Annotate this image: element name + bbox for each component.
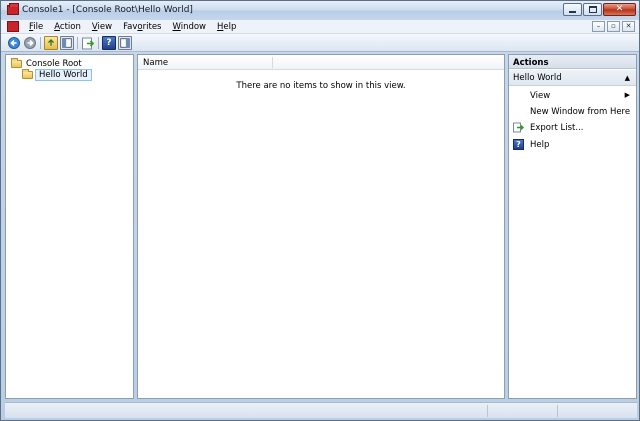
menu-action[interactable]: Action	[50, 21, 85, 32]
action-export-list[interactable]: Export List...	[509, 120, 636, 136]
child-minimize-button[interactable]: –	[592, 21, 605, 32]
action-help[interactable]: ? Help	[509, 137, 636, 153]
help-button[interactable]: ?	[102, 36, 116, 50]
menu-items: File Action View Favorites Window Help	[25, 21, 243, 32]
close-icon: ✕	[615, 4, 624, 14]
help-icon: ?	[513, 139, 524, 150]
action-view[interactable]: View ▶	[509, 88, 636, 104]
status-bar	[5, 402, 637, 418]
child-window-buttons: – ▫ ✕	[592, 21, 635, 32]
menu-window[interactable]: Window	[168, 21, 210, 32]
list-header: Name	[138, 55, 504, 70]
show-hide-tree-icon	[62, 38, 72, 48]
action-label: Export List...	[530, 123, 584, 133]
mmc-app-icon[interactable]	[7, 3, 19, 15]
tree-node-label: Console Root	[26, 59, 82, 69]
tree-node-console-root[interactable]: Console Root	[11, 58, 82, 69]
menu-favorites[interactable]: Favorites	[119, 21, 165, 32]
forward-button[interactable]	[24, 36, 36, 50]
menu-view[interactable]: View	[88, 21, 116, 32]
minimize-button[interactable]	[563, 3, 582, 16]
tree-node-hello-world[interactable]: Hello World	[22, 69, 92, 81]
show-hide-console-tree-button[interactable]	[60, 36, 74, 50]
mmc-window: Console1 - [Console Root\Hello World] ✕ …	[0, 0, 640, 421]
action-label: New Window from Here	[530, 107, 631, 117]
child-close-button[interactable]: ✕	[622, 21, 635, 32]
maximize-icon	[589, 6, 597, 13]
console-tree-pane[interactable]: Console Root Hello World	[5, 54, 134, 399]
column-header-name[interactable]: Name	[143, 58, 168, 68]
status-bar-divider	[557, 405, 558, 417]
maximize-button[interactable]	[583, 3, 602, 16]
status-bar-divider	[487, 405, 488, 417]
action-label: View	[530, 91, 551, 101]
collapse-icon[interactable]: ▲	[625, 74, 630, 82]
column-divider[interactable]	[272, 57, 273, 68]
actions-pane: Actions Hello World ▲ View ▶ New Window …	[508, 54, 637, 399]
back-arrow-icon	[8, 37, 20, 49]
console-document-icon[interactable]	[7, 21, 19, 32]
empty-view-message: There are no items to show in this view.	[236, 81, 406, 91]
window-title: Console1 - [Console Root\Hello World]	[22, 5, 193, 15]
title-bar[interactable]: Console1 - [Console Root\Hello World] ✕	[1, 1, 639, 20]
menu-bar: File Action View Favorites Window Help –…	[1, 20, 639, 34]
export-list-button[interactable]	[81, 36, 95, 50]
forward-arrow-icon	[24, 37, 36, 49]
caption-buttons: ✕	[563, 3, 636, 16]
results-pane[interactable]: Name There are no items to show in this …	[137, 54, 505, 399]
submenu-arrow-icon: ▶	[624, 91, 630, 99]
menu-file[interactable]: File	[25, 21, 47, 32]
back-button[interactable]	[8, 36, 20, 50]
up-one-level-button[interactable]	[44, 36, 58, 50]
action-new-window-from-here[interactable]: New Window from Here	[509, 104, 636, 120]
close-button[interactable]: ✕	[603, 3, 636, 16]
actions-title: Actions	[509, 55, 636, 69]
tree-node-label: Hello World	[35, 69, 92, 81]
folder-icon	[22, 69, 33, 79]
actions-group-label: Hello World	[513, 73, 562, 83]
toolbar-separator	[98, 37, 99, 49]
show-hide-action-pane-button[interactable]	[118, 36, 132, 50]
child-restore-button[interactable]: ▫	[607, 21, 620, 32]
toolbar-separator	[77, 37, 78, 49]
folder-icon	[11, 58, 22, 68]
export-list-icon	[82, 37, 95, 50]
menu-help[interactable]: Help	[213, 21, 240, 32]
actions-group-header[interactable]: Hello World ▲	[509, 70, 636, 86]
action-label: Help	[530, 140, 550, 150]
up-folder-icon	[47, 39, 55, 46]
toolbar: ?	[1, 34, 639, 52]
toolbar-separator	[40, 37, 41, 49]
minimize-icon	[569, 11, 576, 13]
show-hide-action-pane-icon	[120, 38, 130, 48]
export-list-icon	[513, 122, 524, 133]
help-icon: ?	[106, 38, 112, 48]
